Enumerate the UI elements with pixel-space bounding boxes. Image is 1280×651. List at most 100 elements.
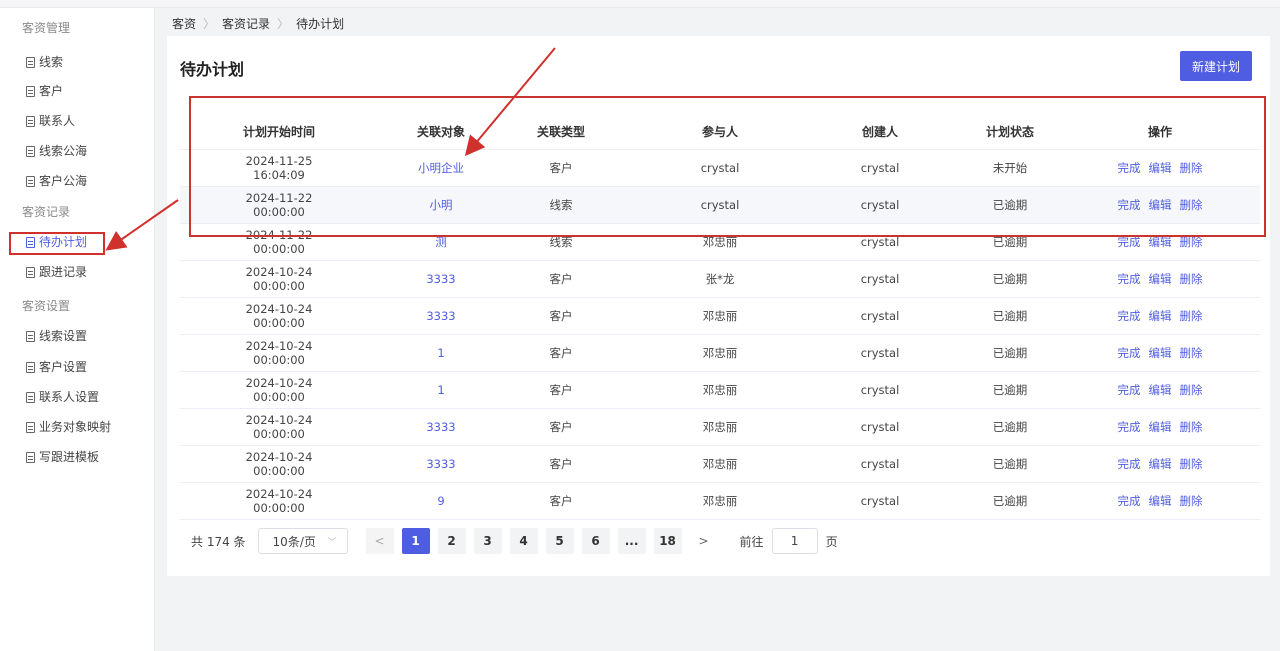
sidebar-group-title: 客资记录 (22, 205, 71, 219)
next-page-button[interactable]: > (690, 528, 718, 554)
sidebar-item-followup-records[interactable]: 跟进记录 (26, 261, 87, 283)
delete-button[interactable]: 删除 (1180, 383, 1203, 397)
table-cell: crystal (860, 309, 900, 323)
table-cell: 客户 (549, 457, 573, 471)
top-strip (0, 0, 1280, 8)
related-object-link[interactable]: 9 (386, 494, 496, 508)
edit-button[interactable]: 编辑 (1149, 383, 1172, 397)
edit-button[interactable]: 编辑 (1149, 272, 1172, 286)
table-cell: 客户 (549, 420, 573, 434)
edit-button[interactable]: 编辑 (1149, 346, 1172, 360)
edit-button[interactable]: 编辑 (1149, 494, 1172, 508)
sidebar-item-contact-settings[interactable]: 联系人设置 (26, 386, 99, 408)
more-pages-button[interactable]: ... (617, 528, 646, 554)
delete-button[interactable]: 删除 (1180, 420, 1203, 434)
page-size-value: 10条/页 (272, 534, 316, 549)
chevron-right-icon: > (698, 534, 709, 548)
complete-button[interactable]: 完成 (1118, 309, 1141, 323)
table-row: 2024-10-24 00:00:00 3333 客户 邓忠丽 crystal 已逾期 完成… (180, 298, 1260, 335)
table-row: 2024-10-24 00:00:00 3333 客户 邓忠丽 crystal 已逾期 完成… (180, 409, 1260, 446)
delete-button[interactable]: 删除 (1180, 309, 1203, 323)
sidebar-item-customer-pool[interactable]: 客户公海 (26, 170, 87, 192)
sidebar-item-label: 客户 (39, 84, 64, 98)
annotation-highlight-sidebar (9, 232, 105, 255)
complete-button[interactable]: 完成 (1118, 494, 1141, 508)
table-cell: crystal (860, 346, 900, 360)
table-cell: 2024-10-24 00:00:00 (245, 450, 313, 478)
page-button[interactable]: 4 (509, 528, 538, 554)
sidebar-item-leads[interactable]: 线索 (26, 51, 63, 73)
sidebar-item-object-mapping[interactable]: 业务对象映射 (26, 416, 111, 438)
page-button[interactable]: 6 (581, 528, 610, 554)
new-plan-button[interactable]: 新建计划 (1180, 51, 1252, 81)
delete-button[interactable]: 删除 (1180, 346, 1203, 360)
table-cell: 客户 (549, 383, 573, 397)
related-object-link[interactable]: 3333 (386, 457, 496, 471)
delete-button[interactable]: 删除 (1180, 457, 1203, 471)
table-cell: 已逾期 (992, 494, 1028, 508)
complete-button[interactable]: 完成 (1118, 457, 1141, 471)
sidebar-item-label: 业务对象映射 (39, 420, 112, 434)
table-cell: crystal (860, 457, 900, 471)
chevron-right-icon: 〉 (277, 17, 290, 31)
table-cell: 已逾期 (992, 272, 1028, 286)
goto-suffix: 页 (825, 534, 838, 549)
complete-button[interactable]: 完成 (1118, 346, 1141, 360)
prev-page-button[interactable]: < (365, 528, 394, 554)
edit-button[interactable]: 编辑 (1149, 309, 1172, 323)
related-object-link[interactable]: 3333 (386, 272, 496, 286)
delete-button[interactable]: 删除 (1180, 494, 1203, 508)
document-icon (26, 266, 35, 278)
complete-button[interactable]: 完成 (1118, 383, 1141, 397)
complete-button[interactable]: 完成 (1118, 235, 1141, 249)
sidebar-item-label: 写跟进模板 (39, 450, 100, 464)
table-cell: crystal (860, 420, 900, 434)
complete-button[interactable]: 完成 (1118, 272, 1141, 286)
page-button[interactable]: 18 (653, 528, 682, 554)
goto-page: 前往 页 (740, 528, 838, 554)
page-button[interactable]: 3 (473, 528, 502, 554)
sidebar-group-title: 客资管理 (22, 21, 71, 35)
table-cell: 已逾期 (992, 309, 1028, 323)
breadcrumb: 客资 〉 客资记录 〉 待办计划 (172, 15, 344, 32)
table-row: 2024-10-24 00:00:00 9 客户 邓忠丽 crystal 已逾期 完成 编辑删… (180, 483, 1260, 520)
page-list: 1 2 3 4 5 6... 18 (401, 528, 690, 554)
row-actions: 完成 编辑 删除 (1110, 345, 1210, 361)
table-cell: 邓忠丽 (702, 494, 738, 508)
document-icon (26, 56, 35, 68)
table-cell: 客户 (549, 309, 573, 323)
goto-page-input[interactable] (771, 528, 818, 554)
edit-button[interactable]: 编辑 (1149, 420, 1172, 434)
delete-button[interactable]: 删除 (1180, 235, 1203, 249)
sidebar-item-label: 联系人设置 (39, 390, 100, 404)
document-icon (26, 330, 35, 342)
sidebar-item-lead-settings[interactable]: 线索设置 (26, 325, 87, 347)
related-object-link[interactable]: 3333 (386, 309, 496, 323)
row-actions: 完成 编辑 删除 (1110, 382, 1210, 398)
breadcrumb-item[interactable]: 客资记录 (222, 15, 270, 32)
sidebar-item-contacts[interactable]: 联系人 (26, 110, 75, 132)
related-object-link[interactable]: 1 (386, 383, 496, 397)
sidebar-group-title: 客资设置 (22, 299, 71, 313)
table-cell: 已逾期 (992, 420, 1028, 434)
related-object-link[interactable]: 3333 (386, 420, 496, 434)
table-row: 2024-10-24 00:00:00 3333 客户 张*龙 crystal 已逾期 完成… (180, 261, 1260, 298)
sidebar-item-followup-template[interactable]: 写跟进模板 (26, 446, 99, 468)
complete-button[interactable]: 完成 (1118, 420, 1141, 434)
sidebar-item-customers[interactable]: 客户 (26, 80, 63, 102)
sidebar-item-customer-settings[interactable]: 客户设置 (26, 356, 87, 378)
delete-button[interactable]: 删除 (1180, 272, 1203, 286)
page-button[interactable]: 1 (401, 528, 430, 554)
page-size-select[interactable]: 10条/页 ﹀ (257, 528, 348, 554)
sidebar-item-lead-pool[interactable]: 线索公海 (26, 140, 87, 162)
page-button[interactable]: 5 (545, 528, 574, 554)
breadcrumb-item[interactable]: 客资 (172, 15, 196, 32)
sidebar-item-label: 联系人 (39, 114, 76, 128)
table-row: 2024-10-24 00:00:00 3333 客户 邓忠丽 crystal 已逾期 完成… (180, 446, 1260, 483)
table-cell: 2024-10-24 00:00:00 (245, 302, 313, 330)
edit-button[interactable]: 编辑 (1149, 457, 1172, 471)
edit-button[interactable]: 编辑 (1149, 235, 1172, 249)
related-object-link[interactable]: 1 (386, 346, 496, 360)
document-icon (26, 145, 35, 157)
page-button[interactable]: 2 (437, 528, 466, 554)
